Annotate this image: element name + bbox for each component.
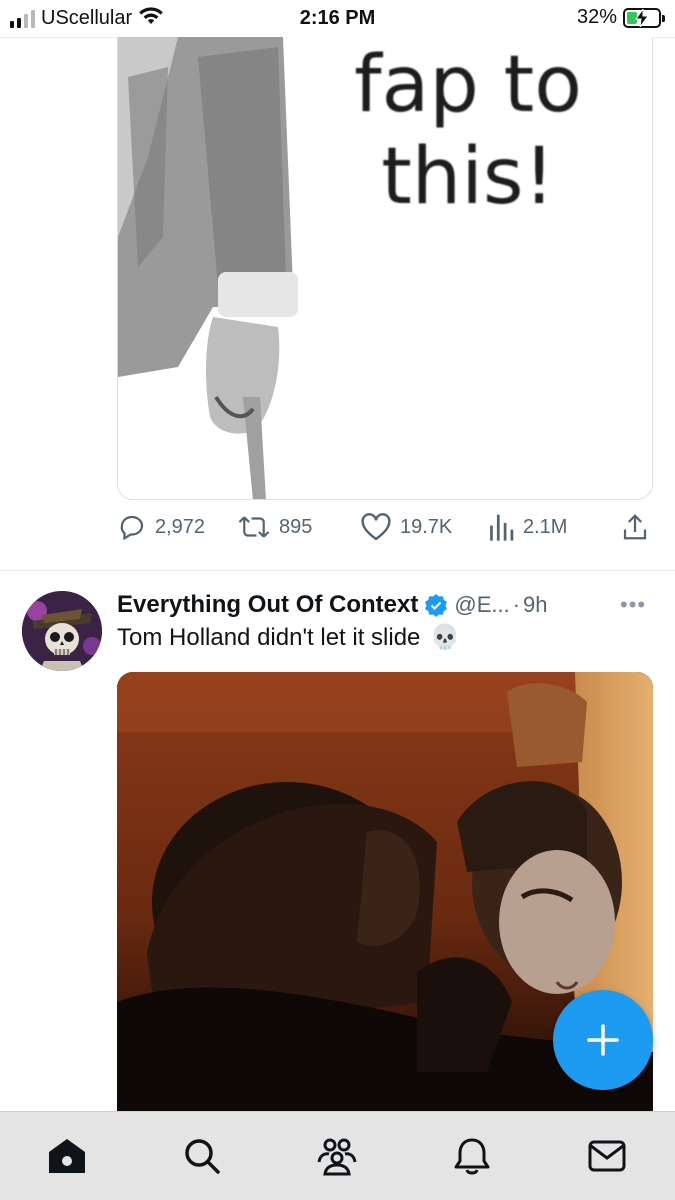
post-time[interactable]: 9h (523, 592, 547, 618)
meme-caption-line-2: this! (381, 132, 555, 222)
share-button[interactable] (621, 512, 649, 542)
share-icon (623, 514, 647, 540)
post-text: Tom Holland didn't let it slide 💀 (117, 623, 460, 652)
tab-notifications[interactable] (450, 1134, 494, 1178)
more-options-icon[interactable]: ••• (620, 592, 646, 618)
repost-button[interactable]: 895 (237, 512, 312, 542)
status-bar: UScellular 2:16 PM 32% (0, 0, 675, 38)
plus-icon (587, 1024, 619, 1056)
views-icon (490, 514, 514, 541)
battery-icon (623, 7, 665, 28)
home-icon (49, 1139, 85, 1173)
bottom-tab-bar (0, 1111, 675, 1200)
pointing-arm-image (118, 37, 298, 499)
post-header: Everything Out Of Context @E... · 9h (117, 589, 637, 621)
post-media-meme[interactable]: fap to this! (117, 37, 653, 500)
separator-dot: · (512, 592, 521, 617)
battery-percent: 32% (576, 6, 617, 28)
repost-icon (238, 516, 270, 538)
reply-icon (120, 515, 144, 541)
reply-button[interactable]: 2,972 (117, 512, 205, 542)
status-right: 32% (576, 6, 665, 29)
author-handle[interactable]: @E... (454, 592, 509, 618)
like-count: 19.7K (400, 515, 453, 538)
tab-home[interactable] (45, 1134, 89, 1178)
reply-count: 2,972 (155, 515, 206, 538)
meme-caption: fap to this! (308, 39, 628, 223)
skull-avatar-image (22, 591, 102, 671)
clock: 2:16 PM (299, 7, 376, 29)
messages-icon (588, 1140, 626, 1172)
post-divider (0, 570, 675, 571)
views-count: 2.1M (523, 515, 568, 538)
author-name[interactable]: Everything Out Of Context (117, 591, 418, 619)
skull-emoji: 💀 (430, 624, 461, 651)
compose-post-button[interactable] (553, 990, 653, 1090)
post-body: Tom Holland didn't let it slide (117, 623, 421, 651)
views-button[interactable]: 2.1M (487, 512, 567, 542)
repost-count: 895 (279, 515, 313, 538)
heart-icon (361, 513, 391, 541)
verified-badge-icon (425, 594, 448, 617)
search-icon (185, 1139, 220, 1174)
charging-bolt-icon (635, 8, 649, 27)
author-avatar[interactable] (22, 591, 102, 671)
meme-caption-line-1: fap to (354, 40, 582, 130)
post-1-actions: 2,972 895 19.7K 2.1M (117, 512, 657, 548)
notifications-icon (454, 1138, 490, 1175)
tab-communities[interactable] (315, 1134, 359, 1178)
tab-search[interactable] (180, 1134, 224, 1178)
communities-icon (317, 1138, 357, 1176)
like-button[interactable]: 19.7K (360, 512, 452, 542)
tab-messages[interactable] (585, 1134, 629, 1178)
